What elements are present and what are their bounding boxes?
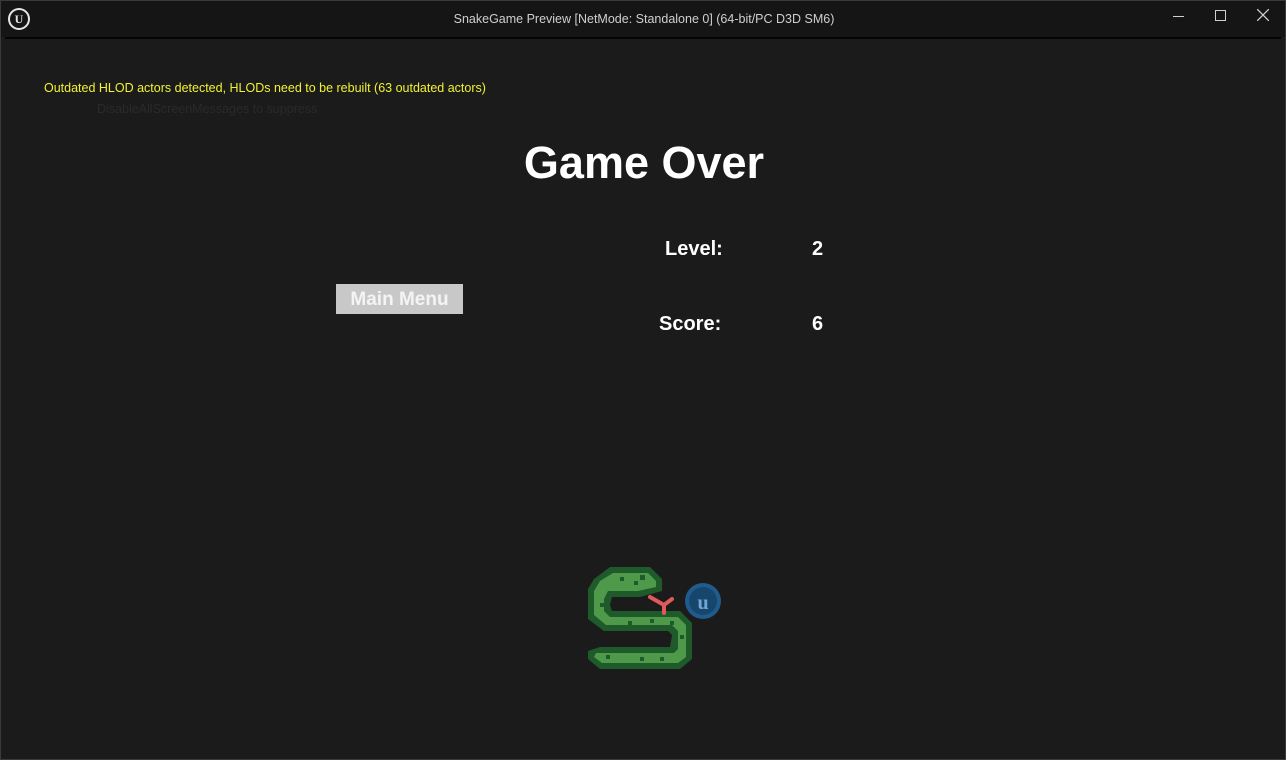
score-value: 6 — [812, 313, 824, 335]
level-label: Level: — [665, 238, 723, 260]
level-value: 2 — [812, 238, 824, 260]
minimize-button[interactable] — [1158, 1, 1200, 33]
score-label: Score: — [659, 313, 722, 335]
close-icon — [1257, 9, 1269, 21]
title-bar[interactable]: U SnakeGame Preview [NetMode: Standalone… — [1, 1, 1285, 37]
main-menu-button[interactable]: Main Menu — [336, 284, 463, 314]
hlod-warning-message: Outdated HLOD actors detected, HLODs nee… — [44, 81, 486, 95]
suppress-messages-hint: DisableAllScreenMessages to suppress — [97, 102, 318, 116]
game-viewport[interactable]: Outdated HLOD actors detected, HLODs nee… — [5, 39, 1281, 757]
maximize-icon — [1215, 10, 1226, 21]
snake-logo-icon: u — [588, 567, 721, 669]
svg-text:u: u — [697, 592, 708, 614]
minimize-icon — [1173, 16, 1184, 17]
window-title: SnakeGame Preview [NetMode: Standalone 0… — [453, 12, 835, 26]
maximize-button[interactable] — [1200, 1, 1242, 33]
game-over-title: Game Over — [523, 137, 765, 188]
game-window: U SnakeGame Preview [NetMode: Standalone… — [0, 0, 1286, 760]
close-button[interactable] — [1242, 1, 1284, 33]
